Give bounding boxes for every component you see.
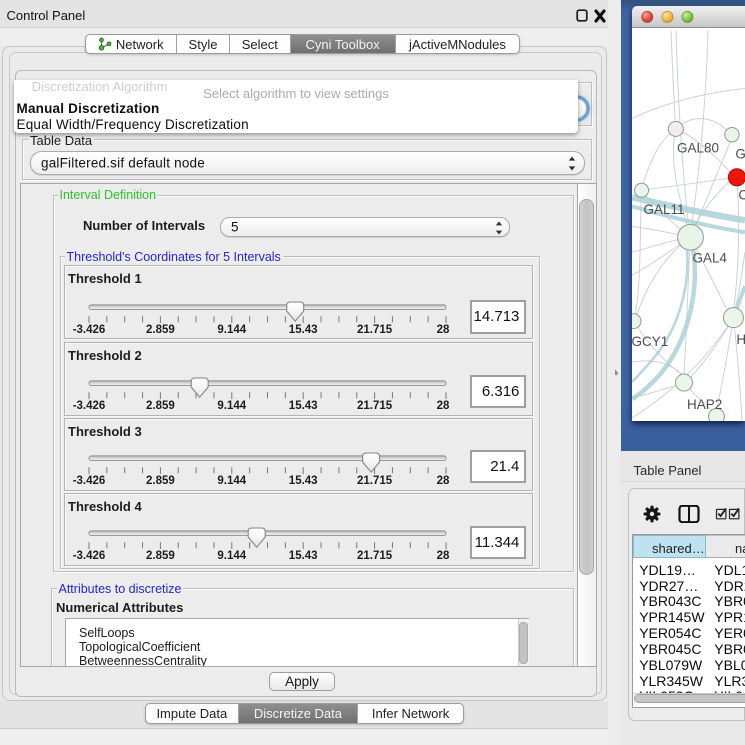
svg-text:9.144: 9.144 <box>217 474 246 486</box>
svg-text:-3.426: -3.426 <box>73 323 106 335</box>
svg-text:15.43: 15.43 <box>289 323 318 335</box>
svg-text:H: H <box>736 332 745 347</box>
svg-text:28: 28 <box>437 474 450 486</box>
svg-text:21.715: 21.715 <box>357 474 393 486</box>
svg-text:-3.426: -3.426 <box>73 550 106 562</box>
svg-text:21.715: 21.715 <box>357 550 393 562</box>
svg-text:GAL80: GAL80 <box>677 140 719 155</box>
svg-text:2.859: 2.859 <box>146 399 175 411</box>
svg-text:28: 28 <box>437 399 450 411</box>
svg-text:HAP2: HAP2 <box>687 397 722 412</box>
svg-text:-3.426: -3.426 <box>73 399 106 411</box>
svg-text:28: 28 <box>437 323 450 335</box>
svg-text:GAL4: GAL4 <box>692 251 727 266</box>
svg-text:15.43: 15.43 <box>289 399 318 411</box>
svg-text:2.859: 2.859 <box>146 474 175 486</box>
svg-text:21.715: 21.715 <box>357 323 393 335</box>
svg-text:21.715: 21.715 <box>357 399 393 411</box>
svg-text:9.144: 9.144 <box>217 550 246 562</box>
svg-text:28: 28 <box>437 550 450 562</box>
svg-text:G.: G. <box>735 146 745 161</box>
svg-text:9.144: 9.144 <box>217 323 246 335</box>
svg-text:-3.426: -3.426 <box>73 474 106 486</box>
svg-text:9.144: 9.144 <box>217 399 246 411</box>
svg-text:GCY1: GCY1 <box>632 334 668 349</box>
svg-text:2.859: 2.859 <box>146 550 175 562</box>
svg-text:15.43: 15.43 <box>289 474 318 486</box>
svg-text:2.859: 2.859 <box>146 323 175 335</box>
svg-text:15.43: 15.43 <box>289 550 318 562</box>
svg-text:C: C <box>738 187 745 202</box>
svg-text:GAL11: GAL11 <box>644 202 685 217</box>
